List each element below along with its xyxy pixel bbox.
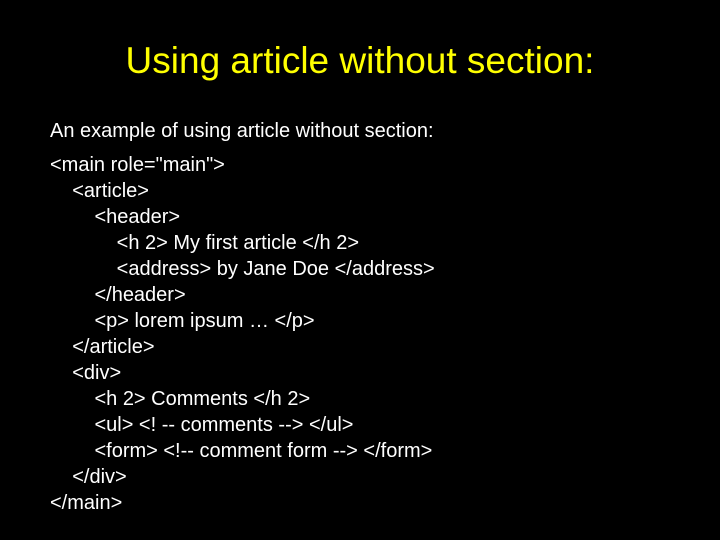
code-block: <main role="main"> <article> <header> <h… bbox=[50, 152, 670, 516]
slide-title: Using article without section: bbox=[50, 40, 670, 82]
intro-text: An example of using article without sect… bbox=[50, 118, 670, 144]
slide: Using article without section: An exampl… bbox=[0, 0, 720, 540]
